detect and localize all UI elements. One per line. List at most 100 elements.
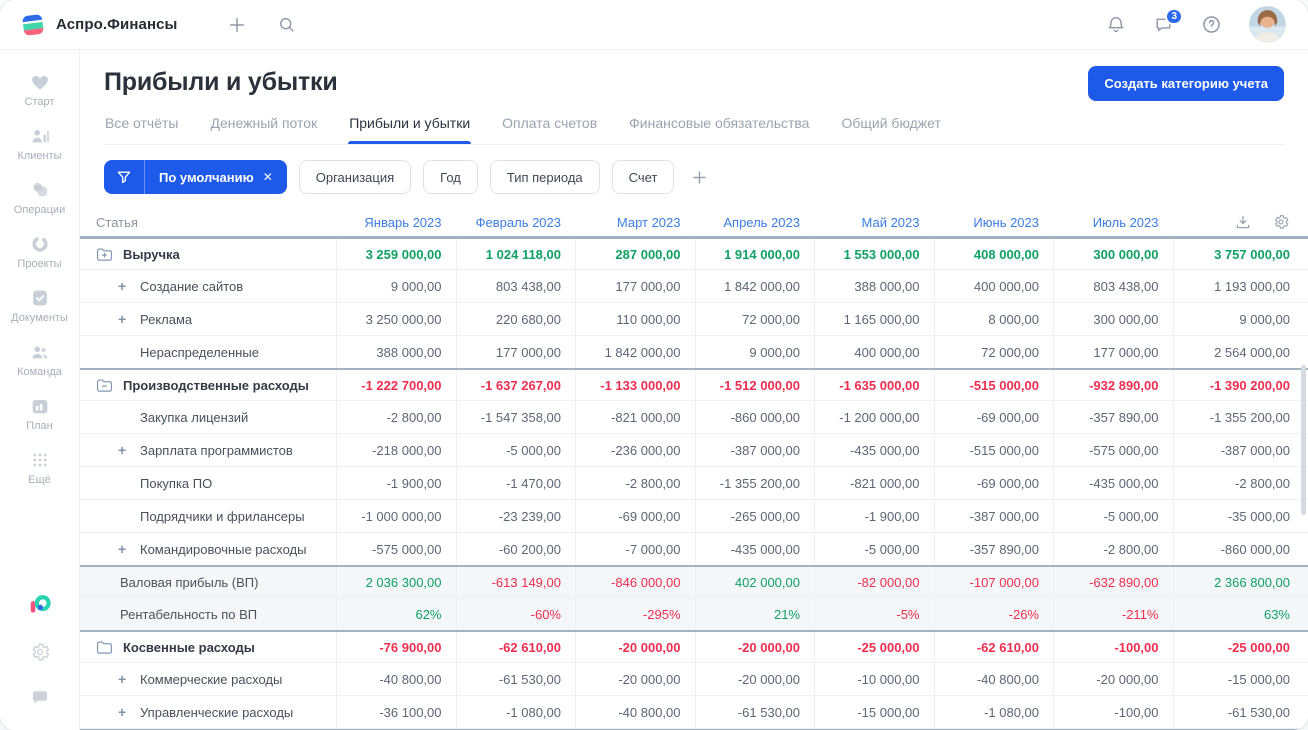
active-filter-pill[interactable]: По умолчанию ✕ [104, 160, 287, 194]
vertical-scrollbar-thumb[interactable] [1301, 365, 1306, 515]
value-cell: 1 165 000,00 [814, 303, 934, 335]
value-cell: 1 553 000,00 [814, 239, 934, 269]
value-cell: -20 000,00 [694, 663, 815, 695]
column-header-article: Статья [96, 214, 138, 230]
column-header-month-6[interactable]: Июнь 2023 [934, 208, 1054, 236]
column-header-month-5[interactable]: Май 2023 [814, 208, 934, 236]
folder-plus-icon[interactable] [96, 247, 113, 262]
value-cell: -236 000,00 [575, 434, 695, 466]
folder-icon[interactable] [96, 640, 113, 655]
table-row[interactable]: + Реклама 3 250 000,00 220 680,00 110 000,00… [80, 303, 1308, 336]
filter-chip-2[interactable]: Год [423, 160, 478, 194]
column-header-month-3[interactable]: Март 2023 [575, 208, 695, 236]
tab-2[interactable]: Денежный поток [209, 113, 318, 144]
column-header-month-7[interactable]: Июль 2023 [1053, 208, 1173, 236]
sidebar-item-3[interactable]: Операции [4, 170, 76, 224]
value-cell: 220 680,00 [455, 303, 576, 335]
help-icon[interactable] [1201, 14, 1222, 35]
value-cell: -1 355 200,00 [1172, 401, 1308, 433]
value-cell: -5 000,00 [1053, 500, 1173, 532]
table-row[interactable]: Закупка лицензий -2 800,00 -1 547 358,00 -8… [80, 401, 1308, 434]
value-cell: -435 000,00 [694, 533, 815, 565]
expand-plus-icon[interactable]: + [118, 541, 140, 557]
notifications-bell-icon[interactable] [1106, 14, 1126, 35]
column-header-month-4[interactable]: Апрель 2023 [695, 208, 815, 236]
user-avatar[interactable] [1249, 6, 1286, 43]
sidebar-item-1[interactable]: Старт [4, 62, 76, 116]
value-cell: -40 800,00 [336, 663, 456, 695]
tab-5[interactable]: Финансовые обязательства [628, 113, 810, 144]
tab-3[interactable]: Прибыли и убытки [348, 113, 472, 144]
value-cell: 72 000,00 [933, 336, 1054, 368]
documents-icon [29, 287, 51, 309]
expand-plus-icon[interactable]: + [118, 278, 140, 294]
sidebar: Старт Клиенты Операции Проекты Документы Кома… [0, 50, 80, 730]
sidebar-item-4[interactable]: Проекты [4, 224, 76, 278]
tab-4[interactable]: Оплата счетов [501, 113, 598, 144]
sidebar-item-label: Старт [24, 95, 55, 108]
tab-1[interactable]: Все отчёты [104, 113, 179, 144]
filter-chip-3[interactable]: Тип периода [489, 160, 600, 194]
clear-filter-icon[interactable]: ✕ [263, 170, 273, 184]
messages-icon[interactable]: 3 [1153, 7, 1183, 35]
table-row[interactable]: + Зарплата программистов -218 000,00 -5 000… [80, 434, 1308, 467]
folder-minus-icon[interactable] [96, 378, 113, 393]
table-row[interactable]: Выручка 3 259 000,00 1 024 118,00 287 000,0… [80, 237, 1308, 270]
expand-plus-icon[interactable]: + [118, 671, 140, 687]
value-cell: -20 000,00 [694, 632, 815, 662]
table-row[interactable]: Нераспределенные 388 000,00 177 000,00 1 84… [80, 336, 1308, 369]
value-cell: -60% [455, 598, 576, 630]
heart-icon [29, 71, 51, 93]
settings-icon[interactable] [29, 641, 51, 663]
filter-chip-1[interactable]: Организация [298, 160, 412, 194]
table-row[interactable]: Подрядчики и фрилансеры -1 000 000,00 -23 … [80, 500, 1308, 533]
create-category-button[interactable]: Создать категорию учета [1088, 66, 1284, 101]
value-cell: 177 000,00 [455, 336, 576, 368]
value-cell: -40 800,00 [575, 696, 695, 728]
expand-plus-icon[interactable]: + [118, 442, 140, 458]
table-row[interactable]: Производственные расходы -1 222 700,00 -1 … [80, 368, 1308, 401]
settings-icon[interactable] [1272, 213, 1290, 231]
value-cell: 408 000,00 [933, 239, 1054, 269]
value-cell: 63% [1172, 598, 1308, 630]
table-row[interactable]: + Коммерческие расходы -40 800,00 -61 530,0… [80, 663, 1308, 696]
funnel-icon[interactable] [104, 160, 145, 194]
table-row[interactable]: + Управленческие расходы -36 100,00 -1 080,… [80, 696, 1308, 729]
table-row[interactable]: Косвенные расходы -76 900,00 -62 610,00 -20… [80, 630, 1308, 663]
finance-module-logo-icon[interactable] [28, 593, 52, 617]
add-filter-icon[interactable] [690, 168, 709, 187]
article-label: Нераспределенные [140, 344, 259, 360]
sidebar-item-2[interactable]: Клиенты [4, 116, 76, 170]
value-cell: 177 000,00 [575, 270, 695, 302]
value-cell: -10 000,00 [814, 663, 934, 695]
table-row[interactable]: + Создание сайтов 9 000,00 803 438,00 177 00… [80, 270, 1308, 303]
sidebar-item-5[interactable]: Документы [4, 278, 76, 332]
global-add-icon[interactable] [227, 15, 247, 35]
support-chat-icon[interactable] [29, 687, 51, 708]
article-label: Коммерческие расходы [140, 671, 283, 687]
table-row: Рентабельность по ВП 62% -60% -295% 21% -5% -2… [80, 598, 1308, 631]
download-icon[interactable] [1234, 213, 1252, 231]
table-row[interactable]: Покупка ПО -1 900,00 -1 470,00 -2 800,00 -1 … [80, 467, 1308, 500]
sidebar-item-7[interactable]: План [4, 386, 76, 440]
app-logo-icon [20, 12, 46, 38]
value-cell: -1 000 000,00 [336, 500, 456, 532]
value-cell: -1 080,00 [933, 696, 1054, 728]
table-row[interactable]: + Командировочные расходы -575 000,00 -60 2… [80, 533, 1308, 566]
value-cell: -61 530,00 [1172, 696, 1308, 728]
sidebar-item-8[interactable]: Ещё [4, 440, 76, 494]
article-label: Покупка ПО [140, 475, 213, 491]
value-cell: -387 000,00 [1172, 434, 1308, 466]
filter-chip-4[interactable]: Счет [611, 160, 675, 194]
column-header-month-2[interactable]: Февраль 2023 [456, 208, 576, 236]
sidebar-item-6[interactable]: Команда [4, 332, 76, 386]
expand-plus-icon[interactable]: + [118, 704, 140, 720]
value-cell: -1 900,00 [814, 500, 934, 532]
search-icon[interactable] [277, 15, 296, 34]
tab-6[interactable]: Общий бюджет [840, 113, 941, 144]
value-cell: -435 000,00 [1053, 467, 1173, 499]
expand-plus-icon[interactable]: + [118, 311, 140, 327]
sidebar-bottom [28, 593, 52, 714]
column-header-month-1[interactable]: Январь 2023 [336, 208, 456, 236]
value-cell: 1 842 000,00 [694, 270, 815, 302]
